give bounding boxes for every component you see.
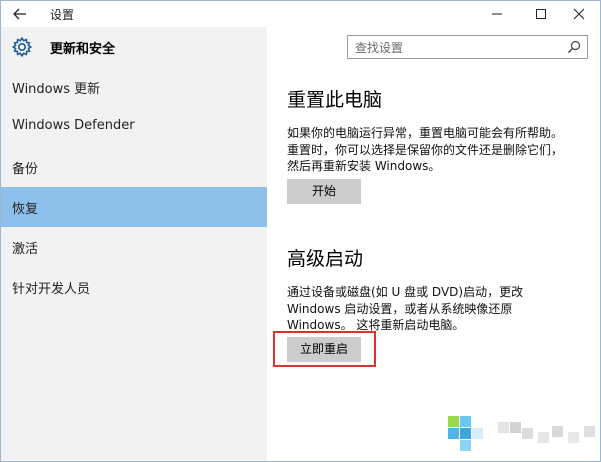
search-placeholder: 查找设置 <box>355 41 404 55</box>
gear-icon <box>11 36 33 58</box>
watermark-tile <box>460 416 471 427</box>
reset-pc-description: 如果你的电脑运行异常，重置电脑可能会有所帮助。 重置时，你可以选择是保留你的文件… <box>287 125 587 175</box>
sidebar-item-label: 备份 <box>12 162 39 177</box>
sidebar-item-label: 恢复 <box>12 202 39 217</box>
watermark-logo <box>448 402 600 460</box>
sidebar-item-label: 激活 <box>12 242 39 257</box>
watermark-tile <box>448 428 459 439</box>
search-input[interactable]: 查找设置 <box>347 35 588 59</box>
back-arrow-icon <box>13 8 26 20</box>
close-button[interactable] <box>557 1 600 27</box>
watermark-tile <box>552 426 563 437</box>
minimize-icon <box>492 13 502 15</box>
reset-pc-description-line: 然后再重新安装 Windows。 <box>287 159 441 173</box>
highlight-annotation <box>273 331 376 367</box>
sidebar-item-label: Windows Defender <box>12 118 135 133</box>
sidebar-item-windows-defender[interactable]: Windows Defender <box>1 107 267 147</box>
sidebar: 更新和安全 Windows 更新 Windows Defender 备份 恢复 … <box>1 27 267 461</box>
watermark-tile <box>568 432 579 443</box>
watermark-tile <box>538 432 549 443</box>
sidebar-item-windows-update[interactable]: Windows 更新 <box>1 67 267 107</box>
sidebar-item-backup[interactable]: 备份 <box>1 147 267 187</box>
advanced-startup-description-line: Windows 启动设置，或者从系统映像还原 <box>287 301 513 316</box>
search-icon[interactable] <box>567 40 581 54</box>
advanced-startup-title: 高级启动 <box>287 248 364 270</box>
maximize-icon <box>536 9 546 19</box>
watermark-tile <box>460 428 471 439</box>
sidebar-header-label: 更新和安全 <box>50 42 116 57</box>
sidebar-list: Windows 更新 Windows Defender 备份 恢复 激活 针对开… <box>1 67 267 307</box>
watermark-tile <box>472 428 483 439</box>
back-button[interactable] <box>7 3 33 25</box>
watermark-tile <box>584 426 595 437</box>
title-bar: 设置 <box>1 1 600 27</box>
reset-start-button[interactable]: 开始 <box>287 179 361 204</box>
sidebar-item-label: Windows 更新 <box>12 82 101 97</box>
minimize-button[interactable] <box>475 1 519 27</box>
watermark-tile <box>448 416 459 427</box>
watermark-tile <box>522 428 533 439</box>
reset-pc-title: 重置此电脑 <box>287 89 383 111</box>
advanced-startup-description-line: 通过设备或磁盘(如 U 盘或 DVD)启动，更改 <box>287 285 524 299</box>
sidebar-header: 更新和安全 <box>1 27 267 67</box>
sidebar-item-label: 针对开发人员 <box>12 282 91 297</box>
watermark-tile <box>510 422 521 433</box>
close-icon <box>573 8 585 20</box>
settings-window: 设置 更新和安全 Windows 更新 Windows Defender 备份 … <box>0 0 601 462</box>
reset-pc-description-line: 重置时，你可以选择是保留你的文件还是删除它们， <box>287 142 564 157</box>
sidebar-item-activation[interactable]: 激活 <box>1 227 267 267</box>
content-pane: 查找设置 重置此电脑 如果你的电脑运行异常，重置电脑可能会有所帮助。 重置时，你… <box>267 27 600 461</box>
watermark-tile <box>460 440 471 451</box>
reset-pc-description-line: 如果你的电脑运行异常，重置电脑可能会有所帮助。 <box>287 126 564 140</box>
advanced-startup-description: 通过设备或磁盘(如 U 盘或 DVD)启动，更改 Windows 启动设置，或者… <box>287 284 587 334</box>
sidebar-item-for-developers[interactable]: 针对开发人员 <box>1 267 267 307</box>
sidebar-item-recovery[interactable]: 恢复 <box>1 187 267 227</box>
window-title: 设置 <box>50 8 75 22</box>
watermark-tile <box>498 422 509 433</box>
